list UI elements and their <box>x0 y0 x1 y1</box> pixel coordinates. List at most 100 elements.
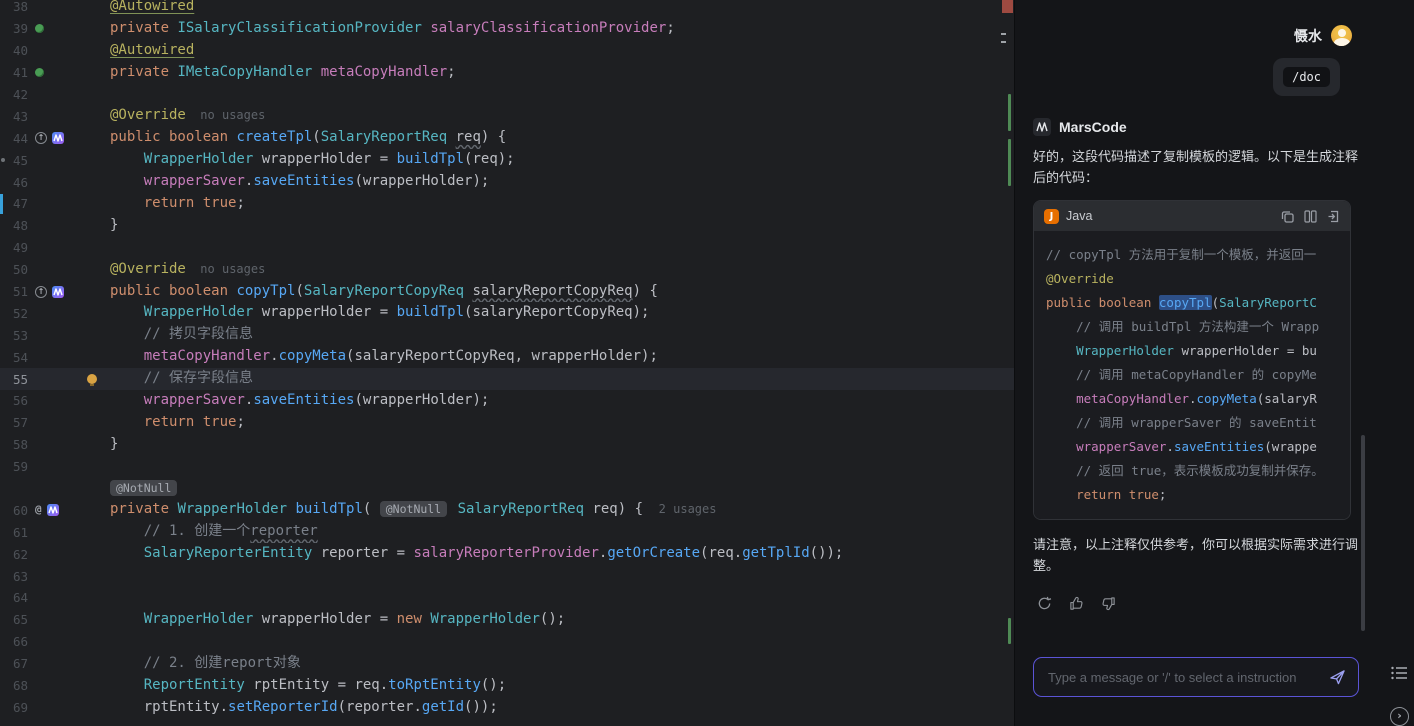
code-line[interactable]: 50 @Override no usages <box>0 259 1014 281</box>
gutter[interactable]: 50 <box>0 259 105 281</box>
gutter[interactable]: 51↑ <box>0 281 105 303</box>
gutter[interactable]: 62 <box>0 543 105 565</box>
code-text[interactable]: SalaryReporterEntity reporter = salaryRe… <box>105 543 1014 565</box>
ai-assistant-icon[interactable] <box>52 286 64 298</box>
annotation-icon[interactable]: @ <box>35 504 42 516</box>
code-text[interactable]: // 1. 创建一个reporter <box>105 521 1014 543</box>
code-text[interactable]: private ISalaryClassificationProvider sa… <box>105 18 1014 40</box>
line-number[interactable]: 55 <box>6 372 28 387</box>
line-number[interactable]: 47 <box>6 196 28 211</box>
code-line[interactable]: 65 WrapperHolder wrapperHolder = new Wra… <box>0 609 1014 631</box>
code-text[interactable]: @Autowired <box>105 40 1014 62</box>
line-number[interactable]: 68 <box>6 678 28 693</box>
diff-code-icon[interactable] <box>1304 210 1317 223</box>
gutter[interactable]: 42 <box>0 84 105 106</box>
code-text[interactable]: rptEntity.setReporterId(reporter.getId()… <box>105 697 1014 719</box>
code-text[interactable]: metaCopyHandler.copyMeta(salaryReportCop… <box>105 346 1014 368</box>
code-text[interactable]: private WrapperHolder buildTpl( @NotNull… <box>105 499 1014 521</box>
line-number[interactable]: 53 <box>6 328 28 343</box>
code-line[interactable]: 46 wrapperSaver.saveEntities(wrapperHold… <box>0 171 1014 193</box>
send-icon[interactable] <box>1329 669 1346 685</box>
gutter[interactable]: 43 <box>0 105 105 127</box>
gutter[interactable]: 39 <box>0 18 105 40</box>
line-number[interactable]: 60 <box>6 503 28 518</box>
code-text[interactable]: @Override no usages <box>105 259 1014 281</box>
code-line[interactable]: 64 <box>0 587 1014 609</box>
line-number[interactable]: 46 <box>6 175 28 190</box>
code-text[interactable]: WrapperHolder wrapperHolder = buildTpl(s… <box>105 302 1014 324</box>
code-text[interactable]: ReportEntity rptEntity = req.toRptEntity… <box>105 675 1014 697</box>
chat-input-container[interactable] <box>1033 657 1359 697</box>
thumbs-up-icon[interactable] <box>1067 594 1085 612</box>
code-line[interactable]: 56 wrapperSaver.saveEntities(wrapperHold… <box>0 390 1014 412</box>
code-text[interactable]: public boolean createTpl(SalaryReportReq… <box>105 127 1014 149</box>
code-line[interactable]: 40 @Autowired <box>0 40 1014 62</box>
instruction-list-icon[interactable] <box>1391 666 1408 680</box>
chat-input[interactable] <box>1046 669 1321 686</box>
gutter[interactable]: 40 <box>0 40 105 62</box>
gutter[interactable]: 52 <box>0 302 105 324</box>
code-line[interactable]: @NotNull <box>0 478 1014 500</box>
gutter[interactable]: 58 <box>0 434 105 456</box>
line-number[interactable]: 49 <box>6 240 28 255</box>
code-text[interactable]: } <box>105 215 1014 237</box>
gutter[interactable]: 46 <box>0 171 105 193</box>
code-line[interactable]: 45 WrapperHolder wrapperHolder = buildTp… <box>0 149 1014 171</box>
gutter[interactable]: 64 <box>0 587 105 609</box>
line-number[interactable]: 67 <box>6 656 28 671</box>
line-number[interactable]: 38 <box>6 0 28 14</box>
code-line[interactable]: 57 return true; <box>0 412 1014 434</box>
code-text[interactable]: private IMetaCopyHandler metaCopyHandler… <box>105 62 1014 84</box>
gutter[interactable]: 49 <box>0 237 105 259</box>
gutter[interactable]: 56 <box>0 390 105 412</box>
gutter[interactable]: 53 <box>0 324 105 346</box>
code-text[interactable]: } <box>105 434 1014 456</box>
code-line[interactable]: 58} <box>0 434 1014 456</box>
code-text[interactable]: // 2. 创建report对象 <box>105 653 1014 675</box>
code-text[interactable]: return true; <box>105 412 1014 434</box>
code-line[interactable]: 61 // 1. 创建一个reporter <box>0 521 1014 543</box>
error-stripe-mark[interactable] <box>1002 0 1013 13</box>
code-editor[interactable]: 38 @Autowired 39 private ISalaryClassificat… <box>0 0 1014 726</box>
override-method-icon[interactable]: ↑ <box>35 286 47 298</box>
line-number[interactable]: 59 <box>6 459 28 474</box>
line-number[interactable]: 57 <box>6 415 28 430</box>
code-text[interactable]: // 保存字段信息 <box>105 368 1014 390</box>
spring-bean-icon[interactable] <box>35 24 44 33</box>
gutter[interactable]: 55 <box>0 368 105 390</box>
code-text[interactable]: wrapperSaver.saveEntities(wrapperHolder)… <box>105 390 1014 412</box>
code-line[interactable]: 39 private ISalaryClassificationProvider … <box>0 18 1014 40</box>
gutter[interactable]: 41 <box>0 62 105 84</box>
code-line[interactable]: 60 @ private WrapperHolder buildTpl( @NotN… <box>0 499 1014 521</box>
line-number[interactable]: 66 <box>6 634 28 649</box>
line-number[interactable]: 42 <box>6 87 28 102</box>
gutter[interactable]: 65 <box>0 609 105 631</box>
editor-scrollbar[interactable] <box>1000 0 1014 726</box>
code-line[interactable]: 43@Override no usages <box>0 105 1014 127</box>
code-text[interactable]: @Override no usages <box>105 105 1014 127</box>
gutter[interactable]: 61 <box>0 521 105 543</box>
gutter[interactable]: 44↑ <box>0 127 105 149</box>
line-number[interactable]: 39 <box>6 21 28 36</box>
thumbs-down-icon[interactable] <box>1099 594 1117 612</box>
gutter[interactable]: 54 <box>0 346 105 368</box>
code-text[interactable]: public boolean copyTpl(SalaryReportCopyR… <box>105 281 1014 303</box>
gutter[interactable]: 57 <box>0 412 105 434</box>
gutter[interactable]: 67 <box>0 653 105 675</box>
gutter[interactable]: 66 <box>0 631 105 653</box>
code-line[interactable]: 67 // 2. 创建report对象 <box>0 653 1014 675</box>
gutter[interactable]: 63 <box>0 565 105 587</box>
code-line[interactable]: 68 ReportEntity rptEntity = req.toRptEnt… <box>0 675 1014 697</box>
line-number[interactable]: 40 <box>6 43 28 58</box>
regenerate-icon[interactable] <box>1035 594 1053 612</box>
gutter[interactable]: 69 <box>0 697 105 719</box>
line-number[interactable]: 65 <box>6 612 28 627</box>
code-text[interactable]: WrapperHolder wrapperHolder = buildTpl(r… <box>105 149 1014 171</box>
line-number[interactable]: 50 <box>6 262 28 277</box>
spring-bean-icon[interactable] <box>35 68 44 77</box>
override-method-icon[interactable]: ↑ <box>35 132 47 144</box>
code-line[interactable]: 62 SalaryReporterEntity reporter = salar… <box>0 543 1014 565</box>
insert-code-icon[interactable] <box>1327 210 1340 223</box>
line-number[interactable]: 54 <box>6 350 28 365</box>
ai-assistant-icon[interactable] <box>47 504 59 516</box>
